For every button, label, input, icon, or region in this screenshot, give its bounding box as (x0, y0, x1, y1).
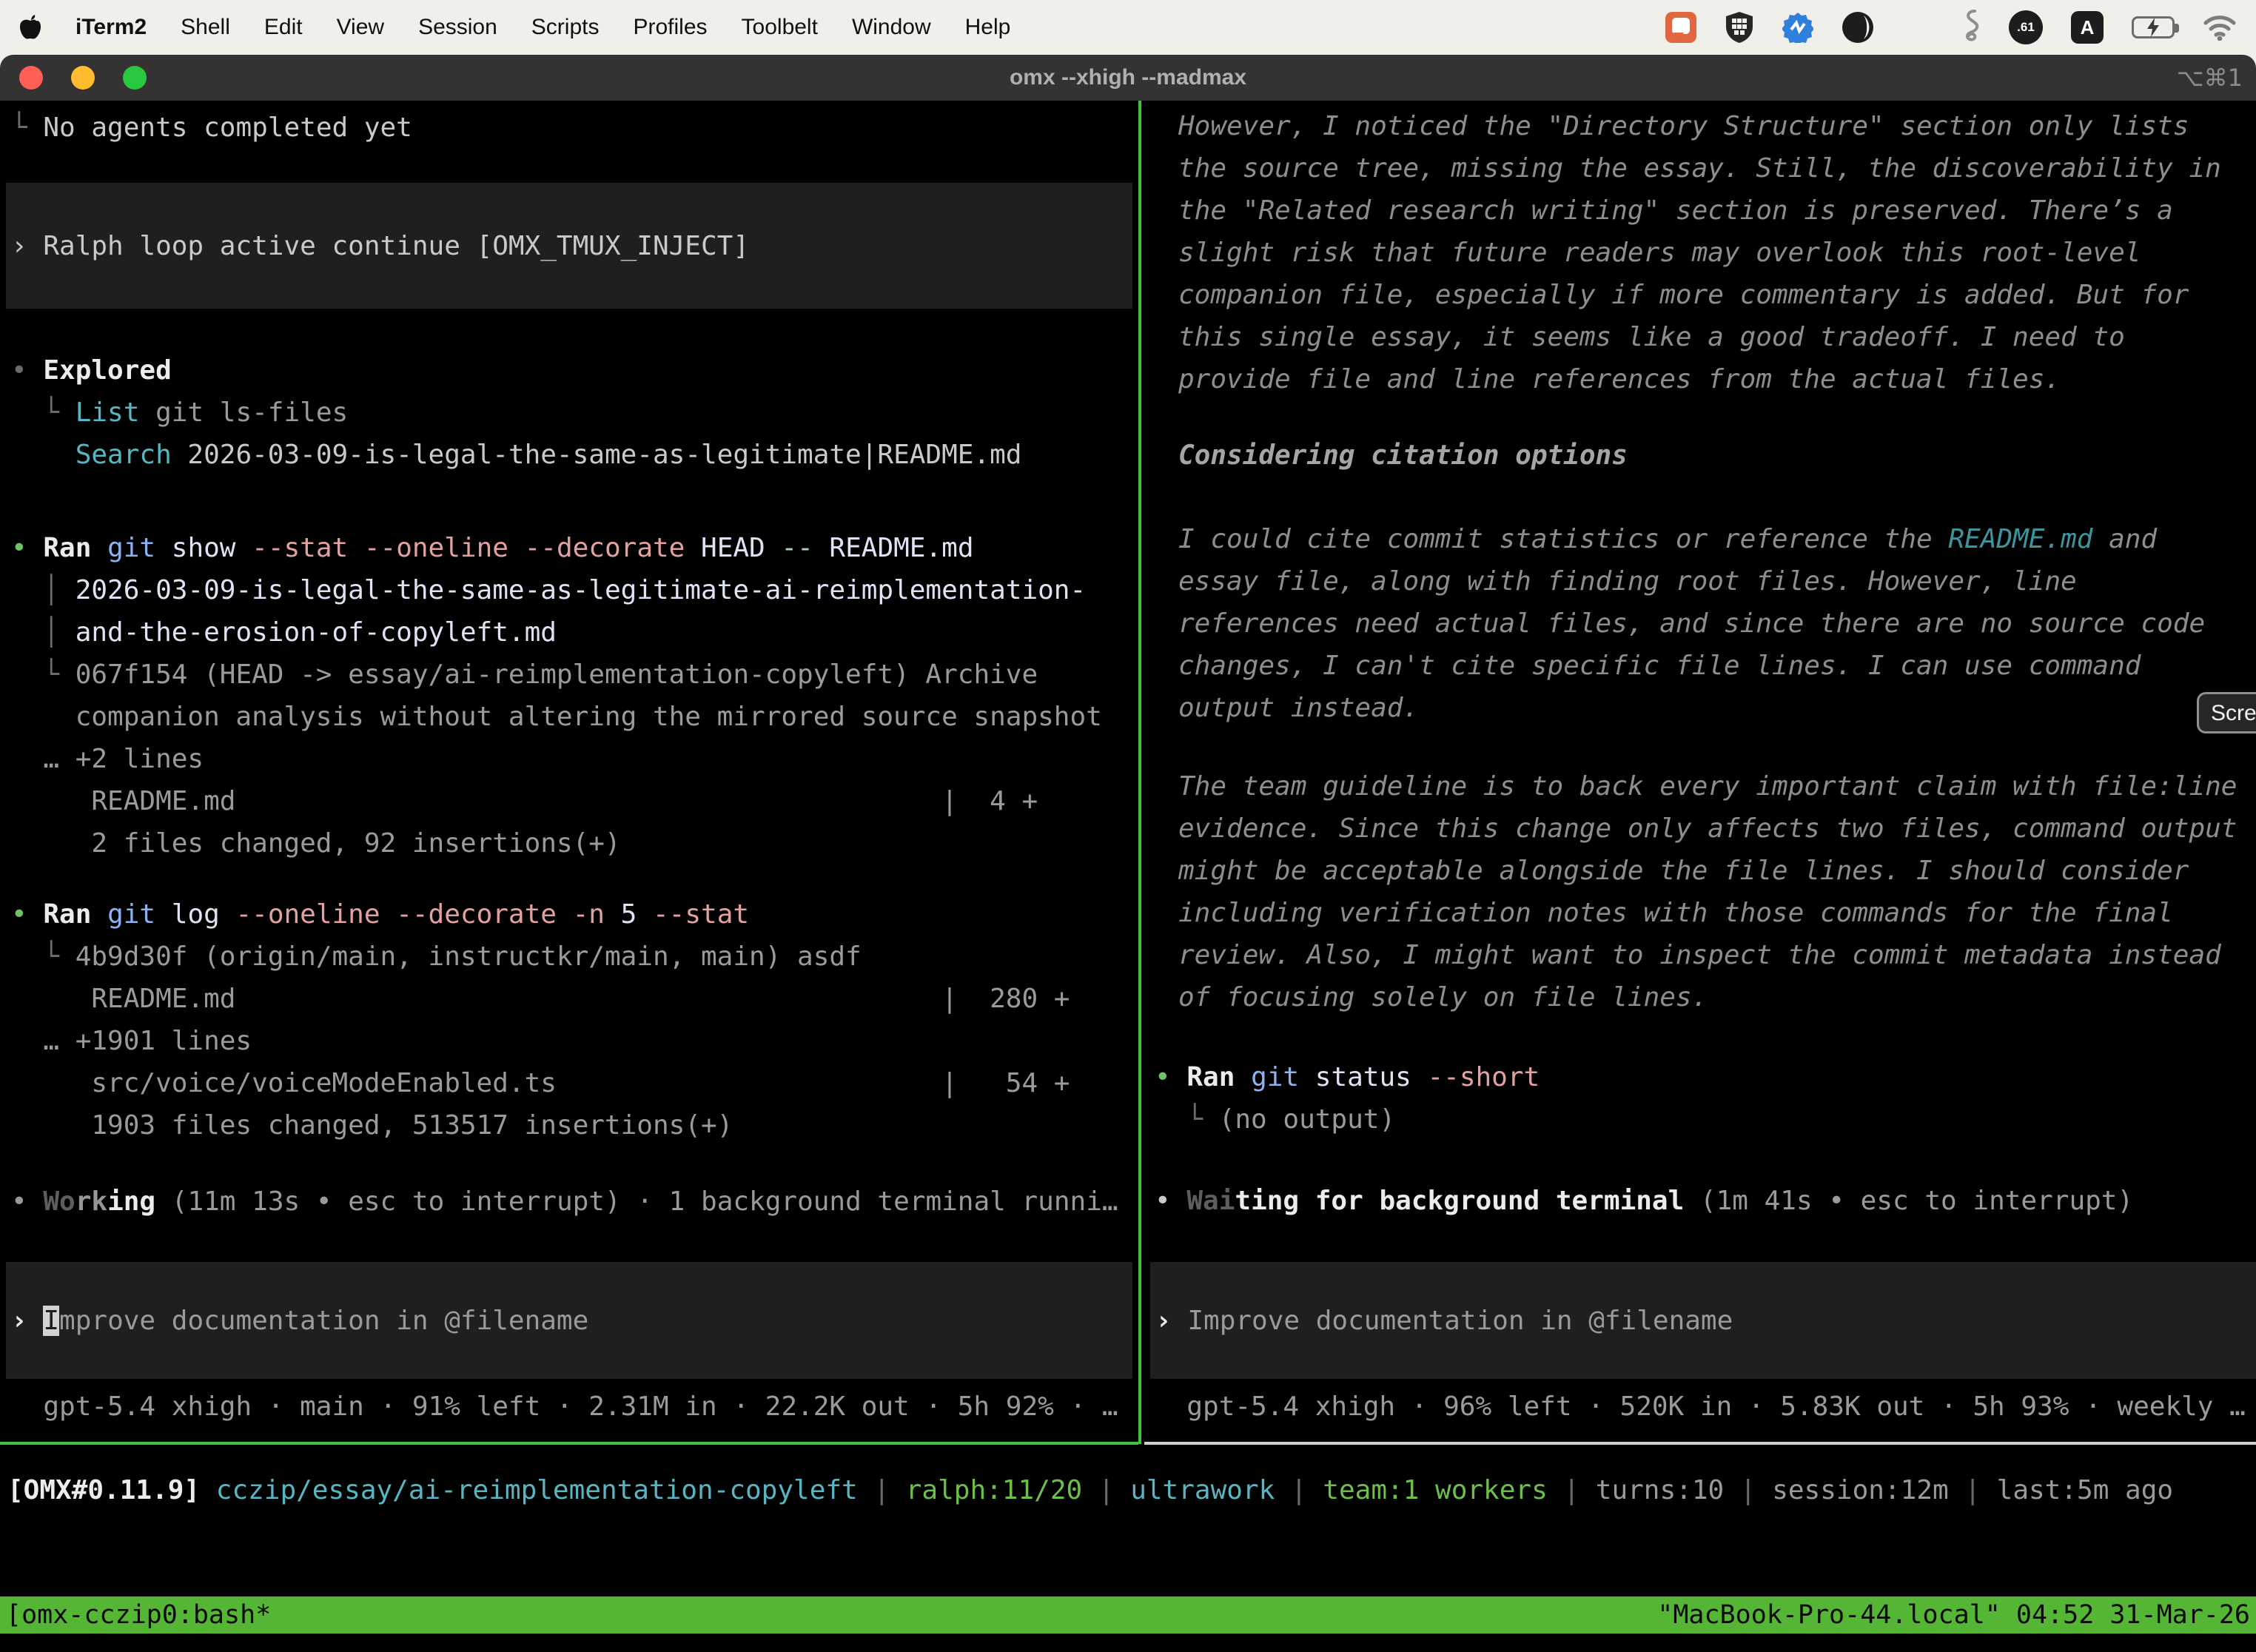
battery-charging-icon[interactable] (2132, 16, 2175, 38)
input-source-label: A (2081, 16, 2095, 39)
menu-item-view[interactable]: View (337, 15, 384, 40)
git-show-block: • Ran git show --stat --oneline --decora… (11, 527, 1138, 864)
close-button[interactable] (19, 66, 43, 90)
screen-share-pill-label: Scre (2211, 692, 2256, 734)
left-pane-bottom-border (0, 1442, 1138, 1445)
explored-block: • Explored └ List git ls-files Search 20… (11, 349, 1138, 476)
window-title: omx --xhigh --madmax (0, 65, 2256, 90)
left-pane[interactable]: └ No agents completed yet › Ralph loop a… (0, 101, 1138, 1444)
tmux-host-clock-label: "MacBook-Pro-44.local" 04:52 31-Mar-26 (1657, 1594, 2250, 1636)
menu-item-session[interactable]: Session (418, 15, 497, 40)
ralph-loop-box: › Ralph loop active continue [OMX_TMUX_I… (6, 183, 1132, 309)
window-title-bar: omx --xhigh --madmax ⌥⌘1 (0, 55, 2256, 101)
git-status-block: • Ran git status --short └ (no output) (1155, 1056, 2256, 1141)
input-source-icon[interactable]: A (2071, 11, 2104, 44)
tmux-status-bar: [omx-cczip0:bash* "MacBook-Pro-44.local"… (0, 1596, 2256, 1633)
right-pane-bottom-border (1144, 1442, 2256, 1445)
reasoning-heading: Considering citation options (1178, 434, 2256, 477)
apple-menu-icon[interactable] (19, 14, 41, 41)
menu-item-toolbelt[interactable]: Toolbelt (742, 15, 818, 40)
menu-item-edit[interactable]: Edit (264, 15, 303, 40)
hook-squiggle-icon[interactable] (1960, 9, 1981, 46)
crescent-circle-icon[interactable] (1842, 11, 1874, 44)
agents-status-line: └ No agents completed yet (11, 107, 1138, 149)
titlebar-strip: omx --xhigh --madmax ⌥⌘1 (0, 55, 2256, 101)
reasoning-paragraph-2: I could cite commit statistics or refere… (1178, 518, 2256, 729)
session-status-right: gpt-5.4 xhigh · 96% left · 520K in · 5.8… (1155, 1386, 2256, 1428)
session-status-left: gpt-5.4 xhigh · main · 91% left · 2.31M … (11, 1386, 1138, 1428)
dots-grid-icon[interactable] (1902, 13, 1932, 42)
terminal-window: └ No agents completed yet › Ralph loop a… (0, 101, 2256, 1652)
battery-percent-circle-icon[interactable]: .61 (2009, 10, 2043, 44)
pane-divider[interactable] (1138, 101, 1141, 1444)
right-pane[interactable]: However, I noticed the "Directory Struct… (1144, 101, 2256, 1444)
reasoning-paragraph-3: The team guideline is to back every impo… (1178, 765, 2256, 1018)
prompt-input-left[interactable]: › Improve documentation in @filename (6, 1262, 1132, 1379)
shield-grid-icon[interactable] (1725, 11, 1754, 44)
omx-status-line: [OMX#0.11.9] cczip/essay/ai-reimplementa… (7, 1469, 2173, 1511)
menu-item-help[interactable]: Help (965, 15, 1011, 40)
screen-share-pill[interactable]: Scre (2197, 692, 2256, 733)
menu-item-profiles[interactable]: Profiles (633, 15, 707, 40)
verified-badge-icon[interactable] (1782, 12, 1813, 43)
menu-item-shell[interactable]: Shell (181, 15, 230, 40)
window-shortcut-badge: ⌥⌘1 (2177, 55, 2243, 101)
wifi-icon[interactable] (2203, 14, 2237, 41)
tmux-session-label[interactable]: [omx-cczip0:bash* (6, 1594, 271, 1636)
menu-item-scripts[interactable]: Scripts (531, 15, 600, 40)
minimize-button[interactable] (71, 66, 95, 90)
git-log-block: • Ran git log --oneline --decorate -n 5 … (11, 893, 1138, 1146)
macos-menu-bar: iTerm2 Shell Edit View Session Scripts P… (0, 0, 2256, 55)
waiting-status-line: • Waiting for background terminal (1m 41… (1155, 1180, 2256, 1222)
prompt-input-right[interactable]: › Improve documentation in @filename (1150, 1262, 2256, 1379)
menu-item-iterm2[interactable]: iTerm2 (75, 15, 147, 40)
chat-app-icon[interactable] (1665, 12, 1696, 43)
reasoning-paragraph-1: However, I noticed the "Directory Struct… (1178, 105, 2256, 400)
menu-item-window[interactable]: Window (852, 15, 931, 40)
working-status-line: • Working (11m 13s • esc to interrupt) ·… (11, 1181, 1138, 1223)
zoom-button[interactable] (123, 66, 147, 90)
battery-percent-label: .61 (2017, 20, 2035, 35)
